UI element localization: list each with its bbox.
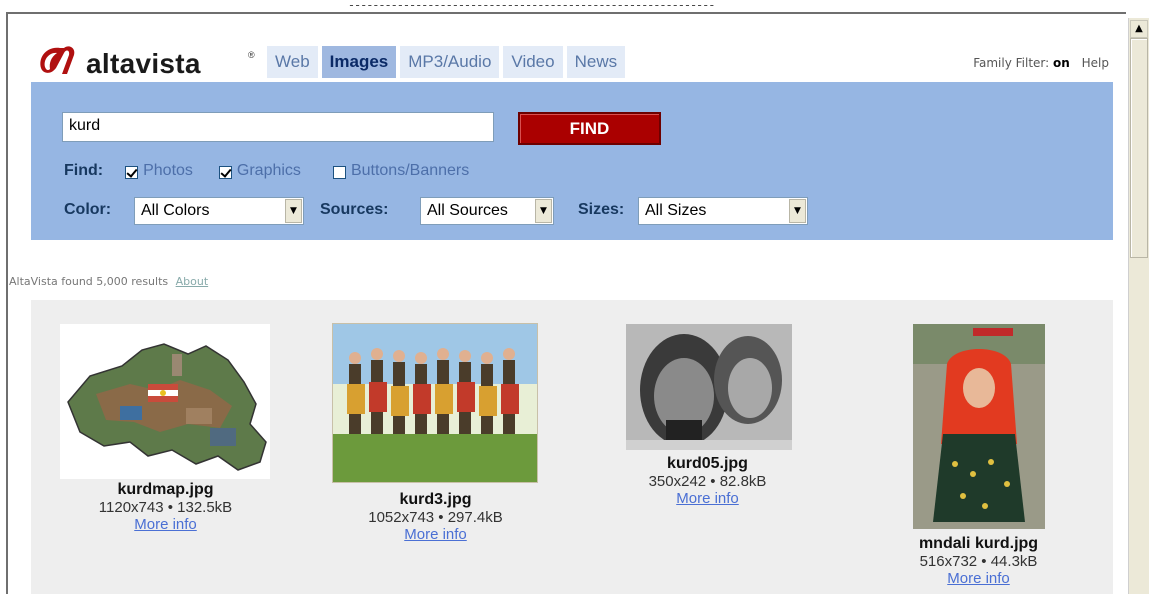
- tab-news[interactable]: News: [566, 46, 626, 78]
- more-info-link[interactable]: More info: [88, 516, 243, 533]
- results-count: AltaVista found 5,000 results About: [9, 275, 208, 288]
- clipped-glyphs: ـ ـ ـ ـ ـ ـ ـ ـ ـ ـ ـ ـ ـ ـ ـ ـ ـ ـ ـ ـ …: [350, 0, 714, 9]
- find-options-row: Find: Photos Graphics Buttons/Banners: [64, 158, 469, 184]
- chevron-down-icon[interactable]: ▼: [535, 199, 552, 223]
- color-select[interactable]: All Colors ▼: [134, 197, 304, 225]
- scroll-up-icon[interactable]: ▲: [1130, 20, 1148, 38]
- portrait-bw-image: [626, 324, 792, 450]
- result-card-kurd05: kurd05.jpg 350x242 • 82.8kB More info: [630, 455, 785, 507]
- option-buttons-banners-label: Buttons/Banners: [350, 162, 470, 179]
- result-filename[interactable]: kurd3.jpg: [358, 491, 513, 509]
- tab-video[interactable]: Video: [503, 46, 563, 78]
- results-count-text: AltaVista found 5,000 results: [9, 275, 169, 288]
- tab-images[interactable]: Images: [321, 46, 397, 78]
- tab-mp3-audio[interactable]: MP3/Audio: [400, 46, 500, 78]
- search-input[interactable]: kurd: [62, 112, 494, 142]
- option-graphics-label: Graphics: [236, 162, 301, 179]
- altavista-logo[interactable]: altavista ®: [36, 44, 258, 80]
- tab-web[interactable]: Web: [267, 46, 318, 78]
- find-button[interactable]: FIND: [518, 112, 661, 145]
- top-clipped-text: ـ ـ ـ ـ ـ ـ ـ ـ ـ ـ ـ ـ ـ ـ ـ ـ ـ ـ ـ ـ …: [0, 0, 1151, 12]
- buttons-banners-checkbox[interactable]: [332, 165, 346, 179]
- chevron-down-icon[interactable]: ▼: [789, 199, 806, 223]
- vertical-scrollbar[interactable]: ▲: [1128, 18, 1149, 594]
- graphics-checkbox[interactable]: [218, 165, 232, 179]
- option-photos[interactable]: Photos: [125, 162, 193, 180]
- about-link[interactable]: About: [176, 275, 209, 288]
- logo-trademark: ®: [248, 50, 255, 60]
- result-card-kurd3: kurd3.jpg 1052x743 • 297.4kB More info: [358, 491, 513, 543]
- more-info-link[interactable]: More info: [630, 490, 785, 507]
- family-filter-label: Family Filter:: [973, 56, 1050, 70]
- logo-wordmark: altavista: [86, 48, 201, 79]
- result-card-kurdmap: kurdmap.jpg 1120x743 • 132.5kB More info: [88, 481, 243, 533]
- find-label: Find:: [64, 162, 104, 179]
- result-thumbnail-kurdmap[interactable]: [60, 324, 270, 479]
- help-link[interactable]: Help: [1082, 56, 1109, 70]
- color-label: Color:: [64, 201, 112, 218]
- sizes-select-value: All Sizes: [645, 202, 707, 219]
- map-image: [60, 324, 270, 479]
- result-filename[interactable]: kurdmap.jpg: [88, 481, 243, 499]
- more-info-link[interactable]: More info: [896, 570, 1061, 587]
- sizes-select[interactable]: All Sizes ▼: [638, 197, 808, 225]
- sources-label: Sources:: [320, 201, 389, 218]
- color-select-value: All Colors: [141, 202, 210, 219]
- result-thumbnail-kurd05[interactable]: [626, 324, 792, 450]
- sizes-label: Sizes:: [578, 201, 625, 218]
- photos-checkbox[interactable]: [125, 165, 139, 179]
- more-info-link[interactable]: More info: [358, 526, 513, 543]
- header-links: Family Filter: on Help: [973, 56, 1109, 70]
- result-meta: 350x242 • 82.8kB: [648, 473, 767, 490]
- result-meta: 1120x743 • 132.5kB: [98, 499, 233, 516]
- result-card-mndali-kurd: mndali kurd.jpg 516x732 • 44.3kB More in…: [896, 535, 1061, 587]
- result-filename[interactable]: mndali kurd.jpg: [896, 535, 1061, 553]
- result-thumbnail-mndali-kurd[interactable]: [913, 324, 1045, 529]
- chevron-down-icon[interactable]: ▼: [285, 199, 302, 223]
- result-thumbnail-kurd3[interactable]: [332, 323, 538, 483]
- result-filename[interactable]: kurd05.jpg: [630, 455, 785, 473]
- option-graphics[interactable]: Graphics: [218, 162, 301, 180]
- family-filter-value[interactable]: on: [1053, 56, 1070, 70]
- result-meta: 1052x743 • 297.4kB: [368, 509, 503, 526]
- scroll-thumb[interactable]: [1130, 38, 1148, 258]
- altavista-swoosh-icon: [40, 46, 75, 74]
- result-meta: 516x732 • 44.3kB: [919, 553, 1038, 570]
- search-type-tabs: Web Images MP3/Audio Video News: [267, 46, 626, 78]
- child-portrait-image: [913, 324, 1045, 529]
- option-photos-label: Photos: [143, 162, 193, 179]
- dancers-image: [333, 324, 537, 482]
- sources-select-value: All Sources: [427, 202, 508, 219]
- sources-select[interactable]: All Sources ▼: [420, 197, 554, 225]
- option-buttons-banners[interactable]: Buttons/Banners: [332, 162, 470, 180]
